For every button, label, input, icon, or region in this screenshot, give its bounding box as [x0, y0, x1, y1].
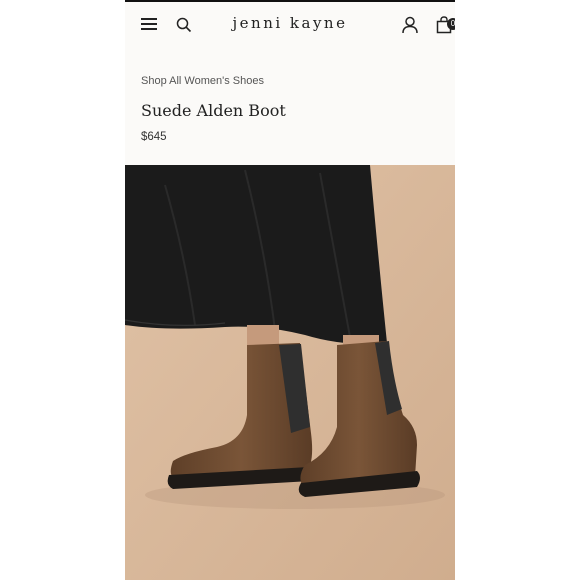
product-photo-illustration [125, 165, 455, 580]
user-icon[interactable] [402, 16, 418, 34]
cart-count-badge: 0 [447, 18, 455, 30]
mobile-viewport: jenni kayne 0 Shop All Women's Shoes Sue… [125, 0, 455, 580]
site-header: jenni kayne 0 [125, 2, 455, 48]
product-image[interactable] [125, 165, 455, 580]
product-price: $645 [141, 131, 167, 143]
product-title: Suede Alden Boot [141, 101, 286, 120]
breadcrumb[interactable]: Shop All Women's Shoes [141, 75, 264, 87]
